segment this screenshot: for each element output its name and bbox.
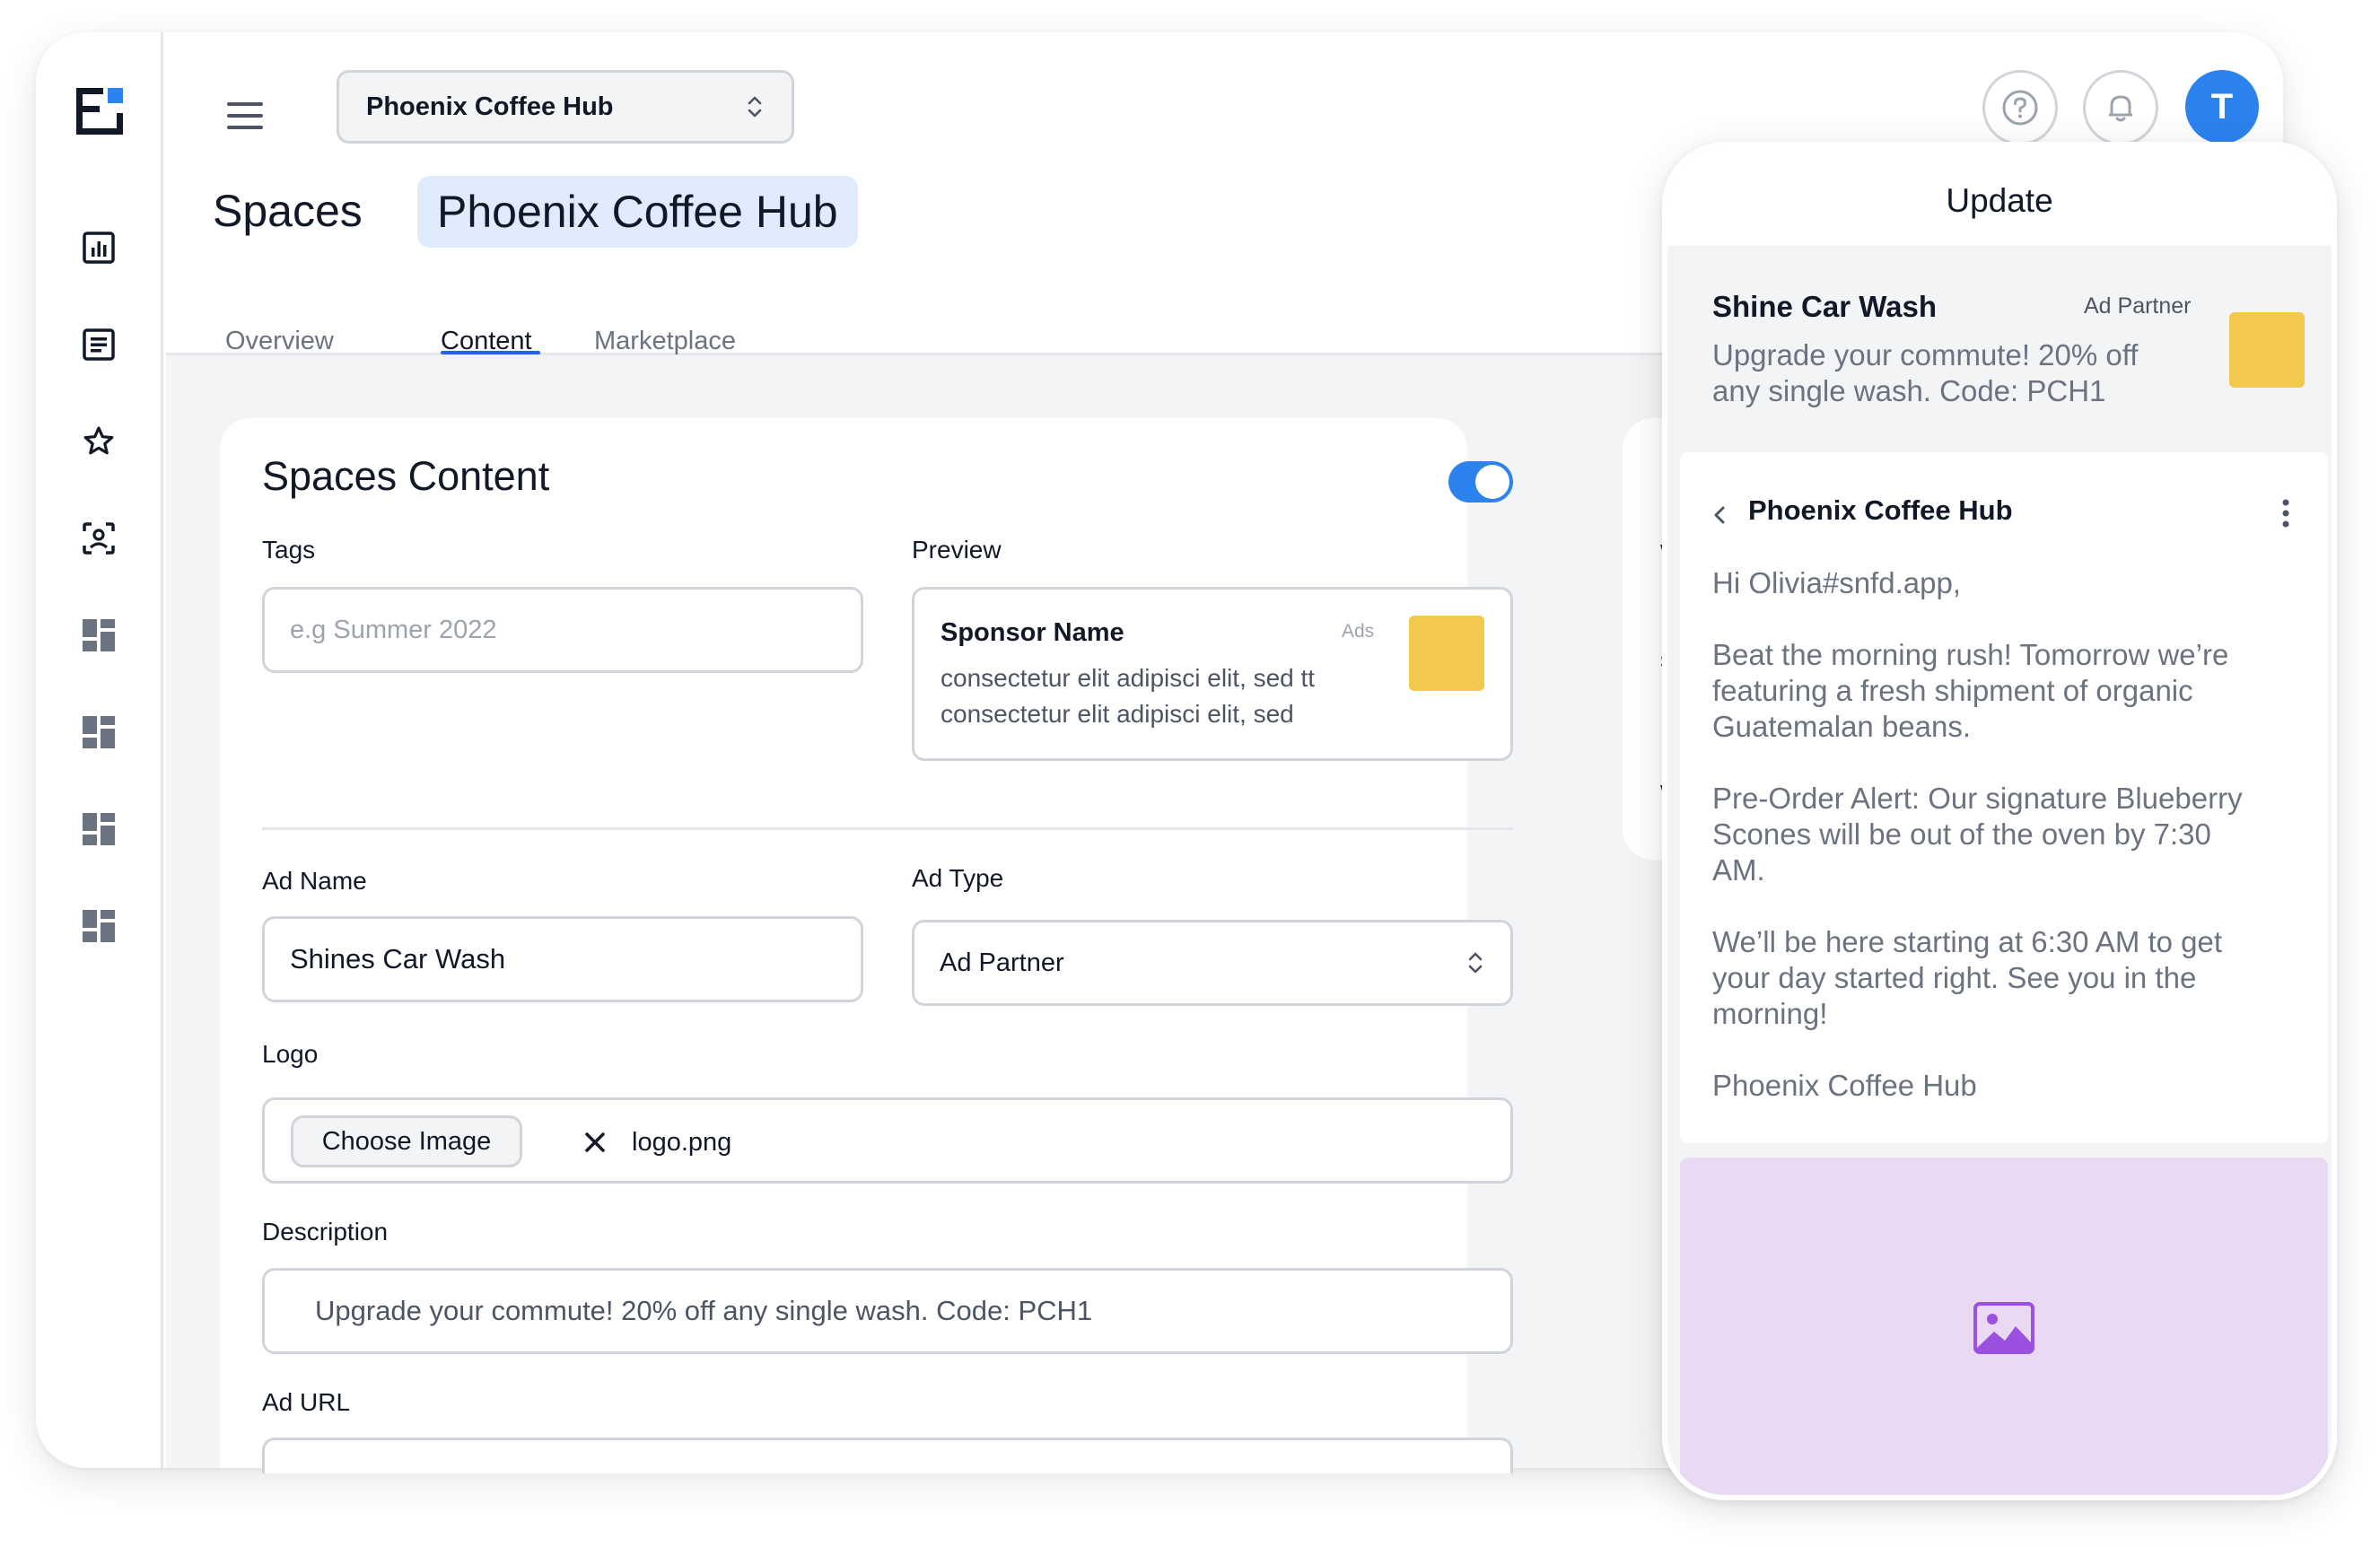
star-icon[interactable] — [79, 422, 118, 461]
ad-name-input[interactable]: Shines Car Wash — [262, 916, 863, 1002]
email-paragraph: We’ll be here starting at 6:30 AM to get… — [1712, 924, 2305, 1032]
preview-sponsor-name: Sponsor Name — [941, 618, 1124, 647]
email-greeting: Hi Olivia#snfd.app, — [1712, 566, 1961, 599]
chevron-left-icon[interactable] — [1709, 502, 1730, 529]
email-paragraph: Pre-Order Alert: Our signature Blueberry… — [1712, 781, 2305, 888]
choose-image-button[interactable]: Choose Image — [291, 1115, 522, 1167]
phone-ad-line: Upgrade your commute! 20% off — [1712, 338, 2139, 371]
tags-input[interactable]: e.g Summer 2022 — [262, 587, 863, 673]
phone-header: Update — [1667, 147, 2332, 246]
email-sender: Phoenix Coffee Hub — [1748, 494, 2013, 526]
chevron-up-down-icon — [748, 96, 762, 118]
ad-type-value: Ad Partner — [940, 948, 1064, 977]
email-line: Pre-Order Alert: Our signature Blueberry — [1712, 782, 2243, 815]
tags-placeholder: e.g Summer 2022 — [290, 615, 497, 644]
email-line: Guatemalan beans. — [1712, 710, 1972, 743]
phone-ad-description: Upgrade your commute! 20% off any single… — [1712, 337, 2215, 409]
dashboard-icon[interactable] — [79, 906, 118, 946]
dashboard-icon[interactable] — [79, 809, 118, 849]
email-line: your day started right. See you in the — [1712, 961, 2197, 994]
divider — [262, 827, 1513, 830]
document-icon[interactable] — [79, 325, 118, 364]
space-selector[interactable]: Phoenix Coffee Hub — [337, 70, 794, 144]
ad-name-label: Ad Name — [262, 867, 367, 895]
email-line: featuring a fresh shipment of organic — [1712, 674, 2193, 707]
avatar[interactable]: T — [2185, 70, 2259, 144]
dashboard-icon[interactable] — [79, 712, 118, 752]
phone-ad-logo — [2229, 312, 2305, 388]
image-placeholder — [1680, 1158, 2328, 1495]
phone-ad-type: Ad Partner — [2084, 293, 2192, 319]
phone-preview: Update Shine Car Wash Ad Partner Upgrade… — [1662, 142, 2337, 1500]
ad-url-input[interactable] — [262, 1438, 1513, 1473]
more-vertical-icon[interactable] — [2279, 495, 2292, 531]
email-line: Scones will be out of the oven by 7:30 — [1712, 817, 2211, 851]
dashboard-icon[interactable] — [79, 616, 118, 655]
bar-chart-icon[interactable] — [79, 228, 118, 267]
ad-type-select[interactable]: Ad Partner — [912, 920, 1513, 1006]
help-icon — [2002, 90, 2038, 126]
sidebar — [36, 32, 163, 1468]
close-icon[interactable] — [582, 1129, 608, 1156]
preview-ads-tag: Ads — [1342, 621, 1375, 642]
user-scan-icon[interactable] — [79, 519, 118, 558]
logo-label: Logo — [262, 1040, 319, 1068]
brand-logo[interactable] — [76, 88, 123, 135]
space-selector-label: Phoenix Coffee Hub — [366, 92, 614, 121]
preview-label: Preview — [912, 536, 1002, 564]
email-line: We’ll be here starting at 6:30 AM to get — [1712, 925, 2223, 958]
image-icon — [1973, 1302, 2034, 1354]
email-line: AM. — [1712, 853, 1765, 887]
preview-logo-placeholder — [1409, 616, 1484, 691]
help-button[interactable] — [1982, 70, 2058, 145]
notifications-button[interactable] — [2083, 70, 2158, 145]
chevron-up-down-icon — [1468, 952, 1483, 974]
preview-body: consectetur elit adipisci elit, sed tt c… — [941, 660, 1389, 732]
ad-type-label: Ad Type — [912, 864, 1004, 892]
menu-icon[interactable] — [227, 102, 263, 129]
preview-line: consectetur elit adipisci elit, sed — [941, 700, 1294, 728]
email-paragraph: Beat the morning rush! Tomorrow we’re fe… — [1712, 637, 2305, 745]
ad-name-value: Shines Car Wash — [290, 943, 506, 975]
page-title: Spaces — [213, 186, 363, 236]
email-line: morning! — [1712, 997, 1828, 1030]
ad-url-label: Ad URL — [262, 1388, 351, 1416]
space-chip: Phoenix Coffee Hub — [417, 176, 858, 248]
bell-icon — [2109, 95, 2132, 122]
phone-ad-card: Shine Car Wash Ad Partner Upgrade your c… — [1680, 260, 2328, 438]
description-value: Upgrade your commute! 20% off any single… — [315, 1295, 1093, 1326]
tab-marketplace[interactable]: Marketplace — [594, 327, 736, 356]
phone-title: Update — [1946, 182, 2053, 219]
phone-ad-line: any single wash. Code: PCH1 — [1712, 374, 2106, 407]
phone-email-card: Phoenix Coffee Hub Hi Olivia#snfd.app, B… — [1680, 452, 2328, 1143]
email-line: Beat the morning rush! Tomorrow we’re — [1712, 638, 2229, 671]
logo-file-name: logo.png — [632, 1128, 732, 1157]
description-input[interactable]: Upgrade your commute! 20% off any single… — [262, 1268, 1513, 1354]
active-tab-indicator — [441, 351, 540, 354]
content-toggle[interactable] — [1448, 461, 1513, 503]
tab-overview[interactable]: Overview — [225, 327, 334, 356]
preview-line: consectetur elit adipisci elit, sed tt — [941, 664, 1316, 692]
card-title: Spaces Content — [262, 453, 550, 499]
tags-label: Tags — [262, 536, 316, 564]
description-label: Description — [262, 1218, 389, 1245]
email-signature: Phoenix Coffee Hub — [1712, 1069, 1977, 1102]
phone-ad-name: Shine Car Wash — [1712, 290, 1937, 323]
